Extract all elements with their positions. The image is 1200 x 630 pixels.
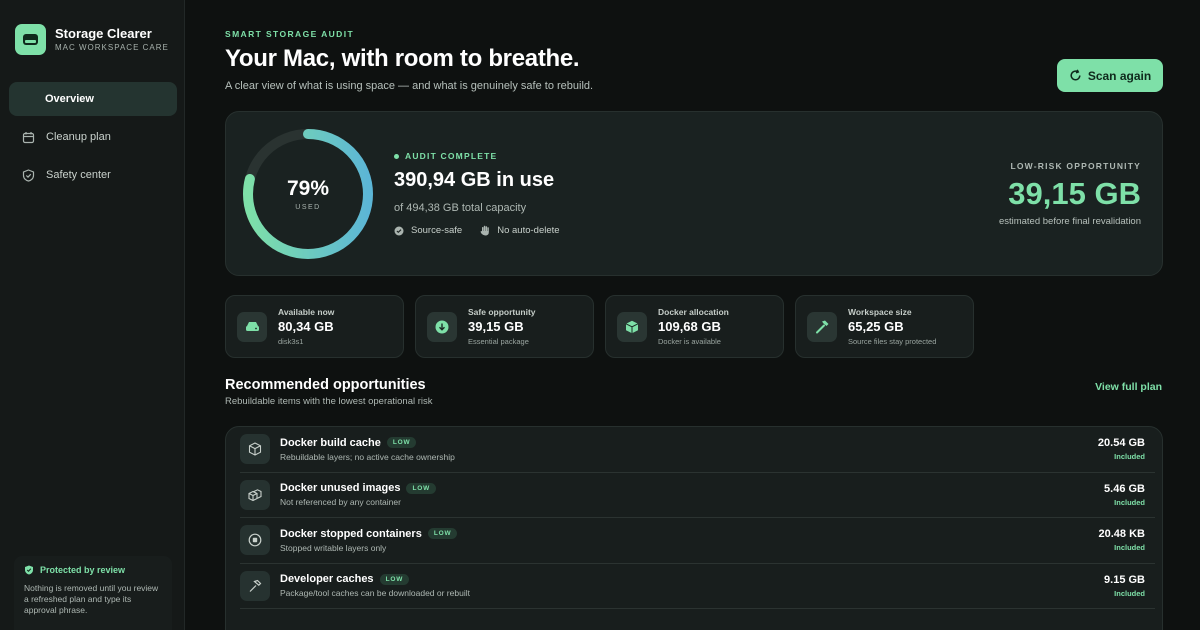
main-content: SMART STORAGE AUDIT Your Mac, with room … (185, 0, 1200, 630)
usage-percent: 79% (286, 177, 330, 200)
risk-badge: LOW (379, 573, 410, 585)
section-subtitle: Rebuildable items with the lowest operat… (225, 396, 433, 407)
protection-title: Protected by review (40, 565, 126, 575)
usage-caption: USED (295, 204, 321, 211)
item-title: Developer caches (280, 573, 374, 586)
stat-sub: disk3s1 (278, 337, 304, 346)
brand-subtitle: MAC WORKSPACE CARE (55, 42, 169, 52)
sidebar-nav: Overview Cleanup plan Safety center (9, 82, 177, 196)
boxes-icon (240, 479, 270, 510)
total-capacity: of 494,38 GB total capacity (394, 202, 527, 214)
status-dot (394, 153, 399, 159)
tag-source-safe: Source-safe (394, 225, 462, 236)
scan-again-label: Scan again (1087, 68, 1152, 83)
audit-status-label: AUDIT COMPLETE (405, 151, 498, 161)
view-full-plan-link[interactable]: View full plan (1095, 381, 1162, 393)
hammer-icon (807, 311, 837, 342)
safety-tags: Source-safe No auto-delete (394, 225, 578, 236)
stat-card-docker: Docker allocation 109,68 GB Docker is av… (605, 295, 784, 358)
section-title: Recommended opportunities (225, 377, 426, 393)
item-title: Docker build cache (280, 436, 381, 449)
page-title: Your Mac, with room to breathe. (225, 45, 580, 72)
tag-no-auto-delete: No auto-delete (480, 225, 560, 236)
check-circle-icon (394, 226, 404, 235)
stat-value: 65,25 GB (848, 319, 904, 334)
hammer-icon (240, 570, 270, 601)
stat-label: Safe opportunity (468, 307, 536, 317)
sidebar-item-cleanup-plan[interactable]: Cleanup plan (9, 120, 177, 154)
audit-status: AUDIT COMPLETE (394, 151, 497, 161)
item-size: 20.48 KB (1098, 528, 1145, 541)
brand: Storage Clearer MAC WORKSPACE CARE (15, 24, 169, 55)
protection-card: Protected by review Nothing is removed u… (14, 556, 172, 630)
hand-icon (480, 225, 490, 236)
list-item[interactable]: Developer caches LOW Package/tool caches … (240, 564, 1155, 609)
download-icon (427, 311, 457, 342)
opportunity-list: Docker build cache LOW Rebuildable layers… (225, 426, 1163, 630)
risk-badge: LOW (406, 482, 436, 494)
risk-badge: LOW (427, 528, 458, 540)
stat-label: Docker allocation (658, 307, 729, 317)
item-title: Docker stopped containers (280, 527, 422, 540)
item-size: 5.46 GB (1104, 482, 1145, 495)
stat-card-workspace: Workspace size 65,25 GB Source files sta… (795, 295, 974, 358)
sidebar-item-label: Overview (45, 93, 94, 105)
stat-sub: Essential package (468, 337, 529, 346)
stat-cards: Available now 80,34 GB disk3s1 Safe oppo… (225, 295, 985, 358)
box-icon (240, 434, 270, 465)
item-description: Package/tool caches can be downloaded or… (280, 588, 470, 599)
stat-card-safe-opportunity: Safe opportunity 39,15 GB Essential pack… (415, 295, 594, 358)
item-status: Included (1114, 497, 1145, 507)
stat-sub: Docker is available (658, 337, 721, 346)
sidebar-item-safety-center[interactable]: Safety center (9, 158, 177, 192)
stat-value: 109,68 GB (658, 319, 721, 334)
stat-value: 80,34 GB (278, 319, 334, 334)
risk-badge: LOW (386, 437, 417, 449)
scan-again-button[interactable]: Scan again (1057, 59, 1163, 92)
sidebar-item-label: Cleanup plan (46, 131, 111, 143)
item-description: Not referenced by any container (280, 497, 401, 508)
item-description: Stopped writable layers only (280, 542, 387, 553)
list-item[interactable]: Docker stopped containers LOW Stopped wri… (240, 518, 1155, 564)
sidebar-item-overview[interactable]: Overview (9, 82, 177, 116)
item-status: Included (1114, 588, 1145, 598)
sidebar: Storage Clearer MAC WORKSPACE CARE Overv… (0, 0, 185, 630)
protection-text: Nothing is removed until you review a re… (24, 583, 159, 615)
tag-label: No auto-delete (497, 225, 560, 236)
list-item[interactable]: Docker unused images LOW Not referenced b… (240, 473, 1155, 518)
storage-summary-card: 79% USED AUDIT COMPLETE 390,94 GB in use… (225, 111, 1163, 276)
stop-icon (240, 525, 270, 556)
drive-logo-icon (15, 24, 46, 55)
drive-icon (237, 311, 267, 342)
item-size: 20.54 GB (1097, 437, 1145, 450)
item-status: Included (1114, 452, 1145, 462)
usage-ring-center: 79% USED (239, 125, 377, 263)
opportunity-label: LOW-RISK OPPORTUNITY (1010, 161, 1141, 171)
brand-title: Storage Clearer (55, 25, 152, 41)
stat-card-available: Available now 80,34 GB disk3s1 (225, 295, 404, 358)
calendar-icon (22, 130, 36, 144)
stat-label: Workspace size (848, 307, 912, 317)
refresh-icon (1070, 69, 1081, 81)
eyebrow: SMART STORAGE AUDIT (225, 29, 355, 39)
item-description: Rebuildable layers; no active cache owne… (280, 451, 455, 462)
list-item[interactable]: Docker build cache LOW Rebuildable layers… (240, 427, 1155, 473)
tag-label: Source-safe (411, 225, 463, 236)
stat-value: 39,15 GB (468, 319, 524, 334)
opportunity-note: estimated before final revalidation (998, 216, 1141, 227)
sidebar-item-label: Safety center (46, 169, 111, 181)
shield-check-icon (25, 565, 33, 575)
item-size: 9.15 GB (1104, 573, 1145, 586)
page-subtitle: A clear view of what is using space — an… (225, 80, 594, 92)
cube-icon (617, 311, 647, 342)
stat-label: Available now (278, 307, 335, 317)
item-title: Docker unused images (280, 482, 401, 495)
opportunity-value: 39,15 GB (1008, 176, 1141, 211)
shield-icon (22, 168, 36, 182)
in-use-value: 390,94 GB in use (394, 169, 555, 191)
item-status: Included (1114, 543, 1145, 553)
stat-sub: Source files stay protected (848, 337, 937, 346)
